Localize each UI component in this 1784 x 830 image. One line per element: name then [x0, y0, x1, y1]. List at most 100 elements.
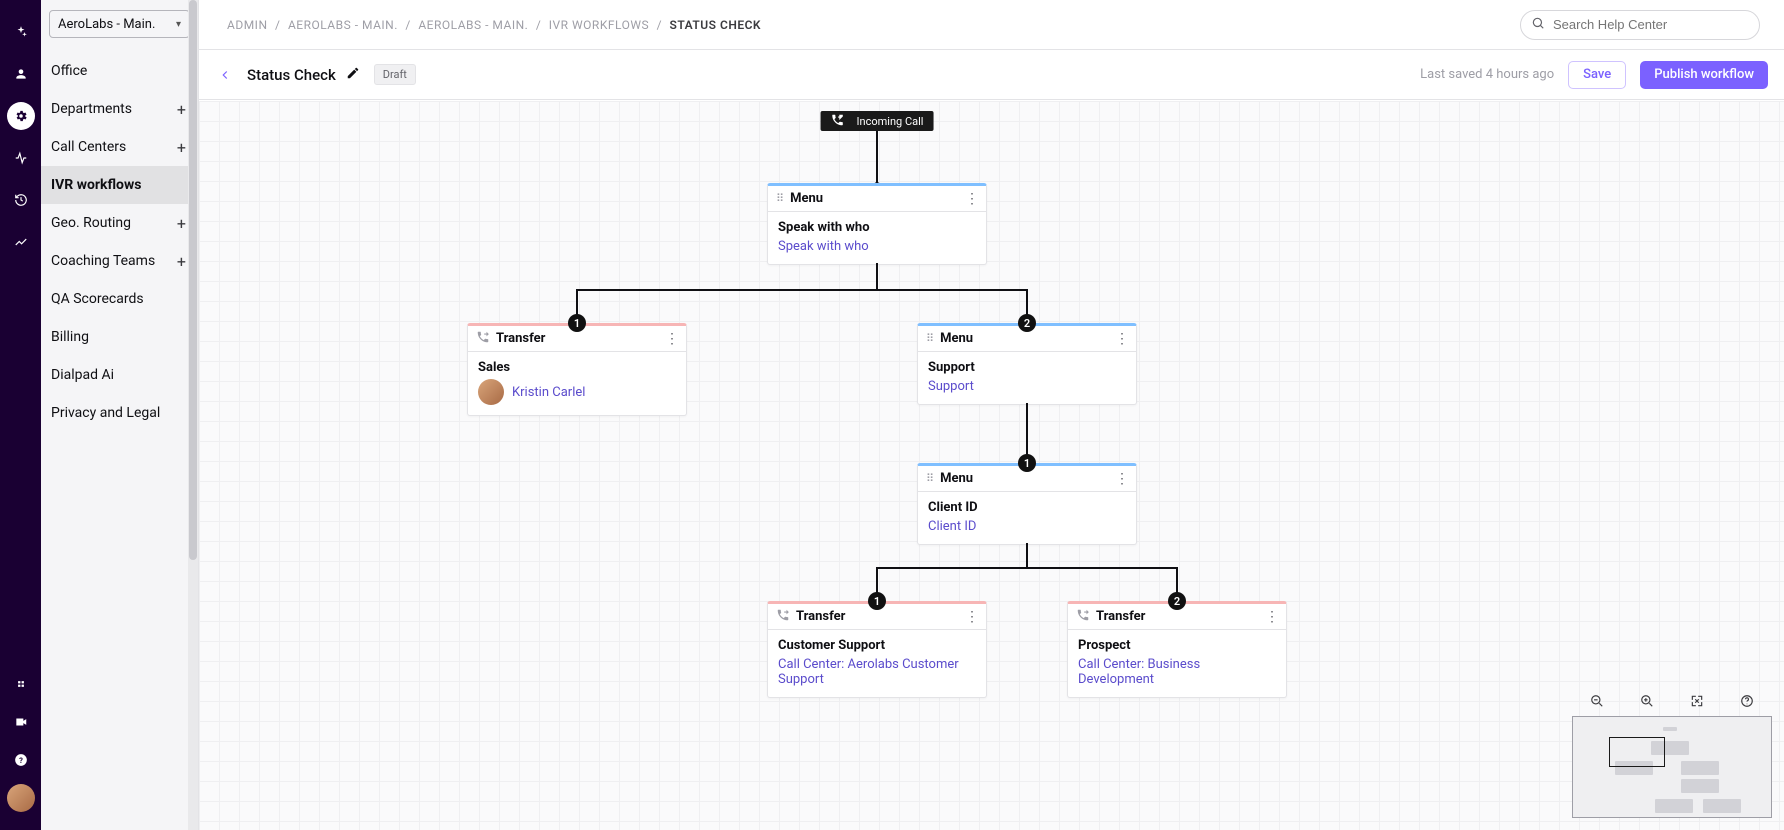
minimap-help-button[interactable] — [1736, 690, 1758, 712]
crumb[interactable]: AEROLABS - MAIN. — [418, 18, 528, 32]
plus-icon[interactable]: + — [177, 100, 186, 119]
branch-badge: 2 — [1018, 314, 1036, 332]
connector — [1026, 543, 1028, 567]
last-saved: Last saved 4 hours ago — [1420, 67, 1554, 82]
node-body: Client ID Client ID — [918, 492, 1136, 544]
node-transfer-sales[interactable]: Transfer ⋮ Sales Kristin Carlel — [467, 323, 687, 416]
zoom-out-button[interactable] — [1586, 690, 1608, 712]
sidebar-item-geo-routing[interactable]: Geo. Routing + — [41, 204, 198, 242]
workflow-canvas[interactable]: Incoming Call ⠿ Menu ⋮ Speak with who Sp… — [199, 101, 1784, 830]
publish-button[interactable]: Publish workflow — [1640, 61, 1768, 89]
minimap[interactable] — [1572, 716, 1772, 818]
node-body: Speak with who Speak with who — [768, 212, 986, 264]
user-avatar[interactable] — [7, 784, 35, 812]
sidebar-item-coaching-teams[interactable]: Coaching Teams + — [41, 242, 198, 280]
node-title: Speak with who — [778, 220, 976, 235]
node-subtitle: Speak with who — [778, 239, 976, 254]
integrations-icon[interactable] — [7, 670, 35, 698]
connector — [876, 567, 1178, 569]
sidebar-item-callcenters[interactable]: Call Centers + — [41, 128, 198, 166]
sidebar-scrollbar-track[interactable] — [188, 0, 198, 830]
branch-badge: 2 — [1168, 592, 1186, 610]
node-type: Transfer — [496, 331, 545, 346]
sidebar-item-label: Coaching Teams — [51, 253, 155, 269]
search-box[interactable] — [1520, 10, 1760, 40]
node-title: Sales — [478, 360, 676, 375]
sidebar-item-dialpad-ai[interactable]: Dialpad Ai — [41, 356, 198, 394]
video-icon[interactable] — [7, 708, 35, 736]
sidebar-item-departments[interactable]: Departments + — [41, 90, 198, 128]
node-menu-support[interactable]: ⠿ Menu ⋮ Support Support — [917, 323, 1137, 405]
sidebar-item-label: Office — [51, 63, 87, 79]
node-person[interactable]: Kristin Carlel — [512, 385, 585, 400]
zoom-bar — [1572, 688, 1772, 714]
separator: / — [275, 18, 280, 32]
history-icon[interactable] — [7, 186, 35, 214]
node-transfer-customer-support[interactable]: Transfer ⋮ Customer Support Call Center:… — [767, 601, 987, 698]
plus-icon[interactable]: + — [177, 252, 186, 271]
node-more-button[interactable]: ⋮ — [665, 331, 678, 347]
edit-title-button[interactable] — [346, 66, 360, 83]
drag-handle-icon[interactable]: ⠿ — [926, 332, 934, 345]
separator: / — [657, 18, 662, 32]
node-subtitle: Support — [928, 379, 1126, 394]
page-title: Status Check — [247, 66, 336, 84]
back-button[interactable] — [215, 65, 235, 85]
node-type: Transfer — [1096, 609, 1145, 624]
node-more-button[interactable]: ⋮ — [1265, 609, 1278, 625]
sidebar-item-billing[interactable]: Billing — [41, 318, 198, 356]
phone-forward-icon — [476, 330, 490, 347]
branch-badge: 1 — [868, 592, 886, 610]
search-icon — [1531, 16, 1545, 34]
search-input[interactable] — [1553, 17, 1749, 32]
sidebar-item-qa-scorecards[interactable]: QA Scorecards — [41, 280, 198, 318]
sidebar-item-office[interactable]: Office — [41, 52, 198, 90]
plus-icon[interactable]: + — [177, 214, 186, 233]
workspace-select[interactable]: AeroLabs - Main. ▾ — [49, 10, 190, 38]
sidebar-item-label: Geo. Routing — [51, 215, 131, 231]
node-menu-root[interactable]: ⠿ Menu ⋮ Speak with who Speak with who — [767, 183, 987, 265]
zoom-tools — [1572, 688, 1772, 818]
sidebar-item-label: Dialpad Ai — [51, 367, 114, 383]
connector — [876, 131, 878, 183]
drag-handle-icon[interactable]: ⠿ — [776, 192, 784, 205]
crumb[interactable]: ADMIN — [227, 18, 268, 32]
node-transfer-prospect[interactable]: Transfer ⋮ Prospect Call Center: Busines… — [1067, 601, 1287, 698]
svg-text:?: ? — [19, 756, 23, 765]
phone-in-icon — [831, 113, 851, 130]
node-title: Prospect — [1078, 638, 1276, 653]
sidebar-item-privacy-legal[interactable]: Privacy and Legal — [41, 394, 198, 432]
analytics-icon[interactable] — [7, 228, 35, 256]
node-type: Transfer — [796, 609, 845, 624]
topbar: ADMIN / AEROLABS - MAIN. / AEROLABS - MA… — [199, 0, 1784, 50]
help-icon[interactable]: ? — [7, 746, 35, 774]
fit-view-button[interactable] — [1686, 690, 1708, 712]
node-menu-clientid[interactable]: ⠿ Menu ⋮ Client ID Client ID — [917, 463, 1137, 545]
node-more-button[interactable]: ⋮ — [1115, 471, 1128, 487]
chevron-down-icon: ▾ — [176, 19, 181, 30]
connector — [876, 263, 878, 289]
node-subtitle: Call Center: Aerolabs Customer Support — [778, 657, 976, 687]
save-button[interactable]: Save — [1568, 61, 1626, 89]
node-more-button[interactable]: ⋮ — [965, 191, 978, 207]
sidebar-scrollbar-thumb[interactable] — [189, 0, 197, 560]
draft-badge: Draft — [374, 64, 416, 85]
crumb[interactable]: AEROLABS - MAIN. — [288, 18, 398, 32]
sidebar-item-ivr-workflows[interactable]: IVR workflows — [41, 166, 198, 204]
separator: / — [536, 18, 541, 32]
crumb[interactable]: IVR WORKFLOWS — [549, 18, 649, 32]
node-header: ⠿ Menu ⋮ — [768, 186, 986, 212]
gear-icon[interactable] — [7, 102, 35, 130]
phone-forward-icon — [776, 608, 790, 625]
sparkle-icon[interactable] — [7, 18, 35, 46]
drag-handle-icon[interactable]: ⠿ — [926, 472, 934, 485]
zoom-in-button[interactable] — [1636, 690, 1658, 712]
node-more-button[interactable]: ⋮ — [1115, 331, 1128, 347]
person-icon[interactable] — [7, 60, 35, 88]
plus-icon[interactable]: + — [177, 138, 186, 157]
sidebar-item-label: Privacy and Legal — [51, 405, 160, 421]
icon-rail: ? — [0, 0, 41, 830]
node-title: Client ID — [928, 500, 1126, 515]
activity-icon[interactable] — [7, 144, 35, 172]
node-more-button[interactable]: ⋮ — [965, 609, 978, 625]
